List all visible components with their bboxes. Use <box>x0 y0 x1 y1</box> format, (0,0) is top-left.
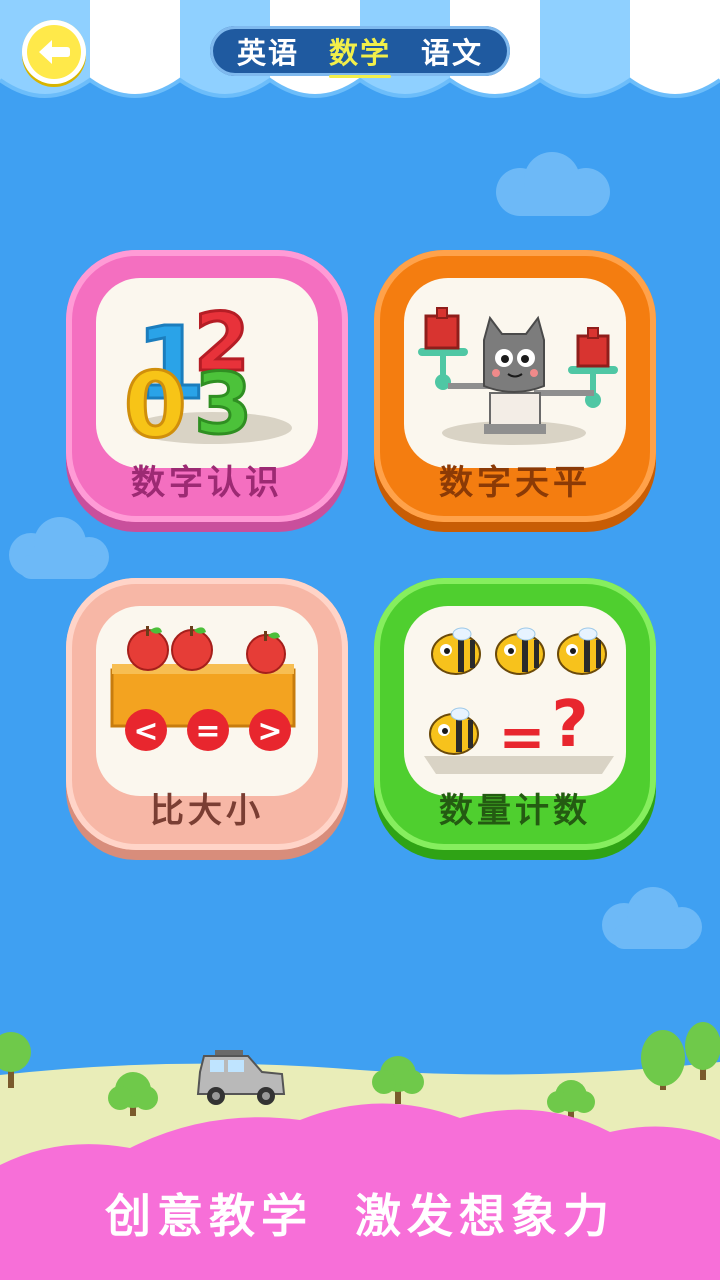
question-mark-symbol: ? <box>551 688 588 762</box>
cloud-icon <box>496 152 610 216</box>
bee-icon <box>429 707 479 755</box>
greater-than-symbol: > <box>257 714 282 749</box>
cloud-icon <box>602 887 702 949</box>
slogan-text: 创意教学 激发想象力 <box>104 1189 615 1243</box>
bee-icon <box>495 627 545 675</box>
tab-math[interactable]: 数学 <box>328 30 392 78</box>
card-illustration: 1 2 0 3 <box>96 278 318 468</box>
compare-illustration: < = > <box>110 626 296 751</box>
digit-three: 3 <box>194 355 252 453</box>
back-arrow-icon <box>39 40 70 64</box>
card-label: 比大小 <box>150 791 264 831</box>
card-illustration: < = > <box>96 606 318 796</box>
tab-chinese[interactable]: 语文 <box>421 30 483 72</box>
balance-illustration <box>418 307 618 445</box>
apple-icon <box>171 626 213 671</box>
equal-symbol: = <box>195 714 220 749</box>
equal-symbol: = <box>499 705 546 770</box>
bee-icon <box>431 627 481 675</box>
numbers-illustration: 1 2 0 3 <box>123 295 292 460</box>
digit-zero: 0 <box>124 353 187 458</box>
less-than-symbol: < <box>133 714 158 749</box>
apple-icon <box>246 631 286 674</box>
subject-tabs: 英语 数学 语文 <box>210 26 510 78</box>
card-quantity-count[interactable]: = ? 数量计数 <box>374 578 656 850</box>
card-illustration <box>404 278 626 468</box>
back-button[interactable] <box>22 20 86 84</box>
card-label: 数字天平 <box>439 463 591 503</box>
card-label: 数量计数 <box>439 791 591 831</box>
card-compare-size[interactable]: < = > 比大小 <box>66 578 348 850</box>
bees-illustration: = ? <box>424 627 614 774</box>
bee-icon <box>557 627 607 675</box>
tab-english[interactable]: 英语 <box>237 30 299 72</box>
card-number-balance[interactable]: 数字天平 <box>374 250 656 522</box>
cloud-icon <box>9 517 109 579</box>
card-number-recognition[interactable]: 1 2 0 3 数字认识 <box>66 250 348 522</box>
card-label: 数字认识 <box>131 463 283 503</box>
card-illustration: = ? <box>404 606 626 796</box>
apple-icon <box>127 626 169 671</box>
